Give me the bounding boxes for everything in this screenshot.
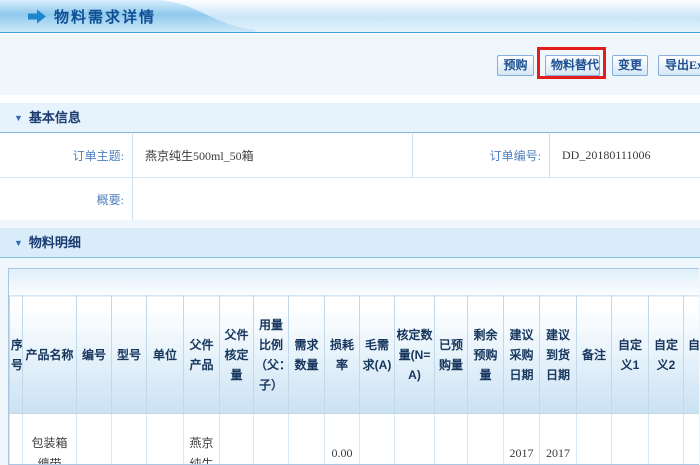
cell-code (77, 414, 112, 465)
table-caption-strip (9, 269, 699, 295)
col-header-custom-2: 自定义2 (649, 296, 684, 414)
material-detail-section-title: 物料明细 (29, 235, 81, 250)
arrow-right-icon (28, 9, 46, 24)
cell-pre-purchased-qty (435, 414, 468, 465)
cell-custom-2 (649, 414, 684, 465)
cell-model (112, 414, 147, 465)
pre-purchase-button[interactable]: 预购 (497, 55, 534, 76)
collapse-triangle-icon: ▼ (14, 238, 23, 248)
material-detail-section-header[interactable]: ▼ 物料明细 (0, 228, 700, 258)
col-header-parent-product: 父件产品 (184, 296, 220, 414)
col-header-custom-3: 自定义3 (684, 296, 700, 414)
cell-parent-product-link[interactable]: 燕京纯生 (184, 414, 220, 465)
col-header-suggested-purchase-date: 建议采购日期 (504, 296, 540, 414)
col-header-usage-ratio: 用量比例（父：子） (254, 296, 289, 414)
summary-value (133, 178, 700, 220)
col-header-parent-approved-qty: 父件核定量 (220, 296, 254, 414)
order-number-value: DD_20180111006 (550, 134, 700, 178)
col-header-demand-qty: 需求数量 (289, 296, 325, 414)
red-highlight-annotation (537, 47, 606, 79)
cell-loss-rate: 0.00 (325, 414, 360, 465)
cell-suggested-purchase-date[interactable]: 2017 (504, 414, 540, 465)
cell-remaining-pre-purchase-qty (468, 414, 504, 465)
col-header-custom-1: 自定义1 (612, 296, 649, 414)
cell-unit (147, 414, 184, 465)
col-header-approved-qty: 核定数量(N=A) (395, 296, 435, 414)
panel-separator (0, 95, 700, 103)
basic-info-form: 订单主题: 燕京纯生500ml_50箱 订单编号: DD_20180111006… (0, 134, 700, 220)
basic-info-section-title: 基本信息 (29, 110, 81, 125)
cell-approved-qty (395, 414, 435, 465)
cell-suggested-arrival-date[interactable]: 2017 (540, 414, 577, 465)
col-header-suggested-arrival-date: 建议到货日期 (540, 296, 577, 414)
col-header-model: 型号 (112, 296, 147, 414)
col-header-gross-demand: 毛需求(A) (360, 296, 395, 414)
page-title-bar: 物料需求详情 (0, 0, 700, 33)
cell-gross-demand (360, 414, 395, 465)
col-header-product-name: 产品名称 (23, 296, 77, 414)
basic-info-section-header[interactable]: ▼ 基本信息 (0, 103, 700, 133)
cell-seq (10, 414, 23, 465)
change-button[interactable]: 变更 (612, 55, 648, 76)
col-header-remark: 备注 (577, 296, 612, 414)
order-number-label: 订单编号: (413, 134, 550, 178)
collapse-triangle-icon: ▼ (14, 113, 23, 123)
cell-product-name: 包装箱 缠带 (23, 414, 77, 465)
cell-remark (577, 414, 612, 465)
col-header-code: 编号 (77, 296, 112, 414)
material-table: 序号 产品名称 编号 型号 单位 父件产品 父件核定量 用量比例（父：子） 需求… (9, 295, 699, 465)
col-header-loss-rate: 损耗率 (325, 296, 360, 414)
table-header-row: 序号 产品名称 编号 型号 单位 父件产品 父件核定量 用量比例（父：子） 需求… (10, 296, 700, 414)
page-title: 物料需求详情 (54, 6, 156, 27)
cell-custom-1 (612, 414, 649, 465)
cell-demand-qty (289, 414, 325, 465)
summary-label: 概要: (0, 178, 133, 220)
col-header-unit: 单位 (147, 296, 184, 414)
col-header-remaining-pre-purchase-qty: 剩余预购量 (468, 296, 504, 414)
cell-custom-3 (684, 414, 700, 465)
cell-usage-ratio (254, 414, 289, 465)
col-header-pre-purchased-qty: 已预购量 (435, 296, 468, 414)
export-excel-button[interactable]: 导出Excel (658, 55, 700, 76)
order-subject-label: 订单主题: (0, 134, 133, 178)
cell-parent-approved-qty (220, 414, 254, 465)
order-subject-value: 燕京纯生500ml_50箱 (133, 134, 413, 178)
material-table-container: 序号 产品名称 编号 型号 单位 父件产品 父件核定量 用量比例（父：子） 需求… (8, 268, 699, 465)
col-header-seq: 序号 (10, 296, 23, 414)
table-row: 包装箱 缠带 燕京纯生 0.00 2017 2017 (10, 414, 700, 465)
